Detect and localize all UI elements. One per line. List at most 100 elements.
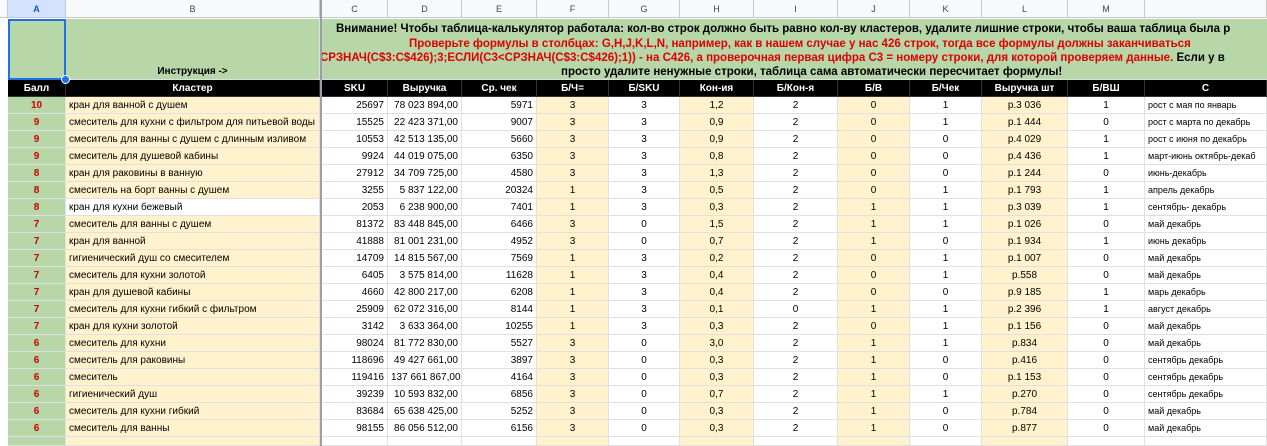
- data-cell[interactable]: 11628: [462, 267, 537, 284]
- cluster-cell[interactable]: смеситель на борт ванны с душем: [66, 182, 320, 199]
- season-cell[interactable]: сентябрь декабрь: [1145, 386, 1267, 403]
- season-cell[interactable]: август декабрь: [1145, 301, 1267, 318]
- cluster-cell[interactable]: кран для раковины в ванную: [66, 165, 320, 182]
- data-cell[interactable]: 98024: [322, 335, 388, 352]
- metric-cell[interactable]: 1: [838, 420, 910, 437]
- data-cell[interactable]: 22 423 371,00: [388, 114, 462, 131]
- metric-cell[interactable]: 0,3: [680, 369, 754, 386]
- metric-cell[interactable]: 1: [838, 369, 910, 386]
- season-cell[interactable]: май декабрь: [1145, 318, 1267, 335]
- partial-row-cell[interactable]: [537, 437, 609, 446]
- metric-cell[interactable]: 0: [1068, 114, 1145, 131]
- metric-cell[interactable]: 1: [838, 335, 910, 352]
- data-cell[interactable]: 5 837 122,00: [388, 182, 462, 199]
- data-cell[interactable]: 34 709 725,00: [388, 165, 462, 182]
- data-cell[interactable]: 83684: [322, 403, 388, 420]
- metric-cell[interactable]: р.416: [982, 352, 1068, 369]
- metric-cell[interactable]: р.4 436: [982, 148, 1068, 165]
- header-cell[interactable]: Б/SKU: [609, 80, 680, 97]
- metric-cell[interactable]: 0: [1068, 318, 1145, 335]
- metric-cell[interactable]: 0,3: [680, 403, 754, 420]
- metric-cell[interactable]: 1: [838, 352, 910, 369]
- metric-cell[interactable]: 0: [838, 250, 910, 267]
- score-cell[interactable]: 8: [8, 182, 66, 199]
- metric-cell[interactable]: 1: [1068, 131, 1145, 148]
- column-header-l[interactable]: L: [982, 0, 1068, 18]
- metric-cell[interactable]: 1,3: [680, 165, 754, 182]
- column-header-m[interactable]: M: [1068, 0, 1145, 18]
- data-cell[interactable]: 10 593 832,00: [388, 386, 462, 403]
- data-cell[interactable]: 3 575 814,00: [388, 267, 462, 284]
- data-cell[interactable]: 8144: [462, 301, 537, 318]
- metric-cell[interactable]: 3: [537, 420, 609, 437]
- score-cell[interactable]: 7: [8, 267, 66, 284]
- metric-cell[interactable]: 1: [1068, 233, 1145, 250]
- season-cell[interactable]: сентябрь декабрь: [1145, 369, 1267, 386]
- metric-cell[interactable]: 1: [1068, 148, 1145, 165]
- score-cell[interactable]: 6: [8, 403, 66, 420]
- column-header-e[interactable]: E: [462, 0, 537, 18]
- metric-cell[interactable]: 0,5: [680, 182, 754, 199]
- season-cell[interactable]: рост с марта по декабрь: [1145, 114, 1267, 131]
- column-header-i[interactable]: I: [754, 0, 838, 18]
- metric-cell[interactable]: 3: [537, 403, 609, 420]
- metric-cell[interactable]: 0: [1068, 216, 1145, 233]
- metric-cell[interactable]: 2: [754, 352, 838, 369]
- data-cell[interactable]: 65 638 425,00: [388, 403, 462, 420]
- metric-cell[interactable]: 0: [1068, 250, 1145, 267]
- data-cell[interactable]: 81 772 830,00: [388, 335, 462, 352]
- metric-cell[interactable]: 2: [754, 148, 838, 165]
- data-cell[interactable]: 15525: [322, 114, 388, 131]
- column-header-b[interactable]: B: [66, 0, 320, 18]
- data-cell[interactable]: 41888: [322, 233, 388, 250]
- header-cell[interactable]: Б/В: [838, 80, 910, 97]
- header-cell[interactable]: Выручка шт: [982, 80, 1068, 97]
- score-cell[interactable]: 6: [8, 352, 66, 369]
- data-cell[interactable]: 5252: [462, 403, 537, 420]
- metric-cell[interactable]: 2: [754, 284, 838, 301]
- metric-cell[interactable]: 3,0: [680, 335, 754, 352]
- metric-cell[interactable]: 1: [910, 216, 982, 233]
- metric-cell[interactable]: 3: [537, 148, 609, 165]
- season-cell[interactable]: сентябрь- декабрь: [1145, 199, 1267, 216]
- data-cell[interactable]: 25909: [322, 301, 388, 318]
- metric-cell[interactable]: 2: [754, 335, 838, 352]
- metric-cell[interactable]: 2: [754, 369, 838, 386]
- header-cell[interactable]: Ср. чек: [462, 80, 537, 97]
- metric-cell[interactable]: 0: [1068, 369, 1145, 386]
- metric-cell[interactable]: 3: [609, 199, 680, 216]
- metric-cell[interactable]: 0: [910, 352, 982, 369]
- data-cell[interactable]: 27912: [322, 165, 388, 182]
- metric-cell[interactable]: р.1 444: [982, 114, 1068, 131]
- partial-row-cell[interactable]: [982, 437, 1068, 446]
- metric-cell[interactable]: 1: [910, 386, 982, 403]
- data-cell[interactable]: 119416: [322, 369, 388, 386]
- metric-cell[interactable]: 0: [910, 420, 982, 437]
- metric-cell[interactable]: 0: [838, 165, 910, 182]
- metric-cell[interactable]: 0: [838, 97, 910, 114]
- data-cell[interactable]: 9924: [322, 148, 388, 165]
- metric-cell[interactable]: р.1 244: [982, 165, 1068, 182]
- metric-cell[interactable]: 3: [537, 97, 609, 114]
- header-cell[interactable]: SKU: [322, 80, 388, 97]
- metric-cell[interactable]: 1: [910, 182, 982, 199]
- season-cell[interactable]: июнь декабрь: [1145, 233, 1267, 250]
- partial-row-cell[interactable]: [8, 437, 66, 446]
- metric-cell[interactable]: 2: [754, 182, 838, 199]
- cluster-cell[interactable]: смеситель для раковины: [66, 352, 320, 369]
- cluster-cell[interactable]: смеситель для ванны с душем с длинным из…: [66, 131, 320, 148]
- cluster-cell[interactable]: смеситель для кухни: [66, 335, 320, 352]
- metric-cell[interactable]: 0: [838, 182, 910, 199]
- metric-cell[interactable]: 1: [838, 403, 910, 420]
- metric-cell[interactable]: 3: [609, 250, 680, 267]
- data-cell[interactable]: 4580: [462, 165, 537, 182]
- metric-cell[interactable]: р.3 036: [982, 97, 1068, 114]
- header-cell[interactable]: С: [1145, 80, 1267, 97]
- data-cell[interactable]: 4164: [462, 369, 537, 386]
- metric-cell[interactable]: 0: [1068, 420, 1145, 437]
- data-cell[interactable]: 81 001 231,00: [388, 233, 462, 250]
- cluster-cell[interactable]: смеситель: [66, 369, 320, 386]
- column-header-f[interactable]: F: [537, 0, 609, 18]
- data-cell[interactable]: 5660: [462, 131, 537, 148]
- metric-cell[interactable]: 0: [1068, 267, 1145, 284]
